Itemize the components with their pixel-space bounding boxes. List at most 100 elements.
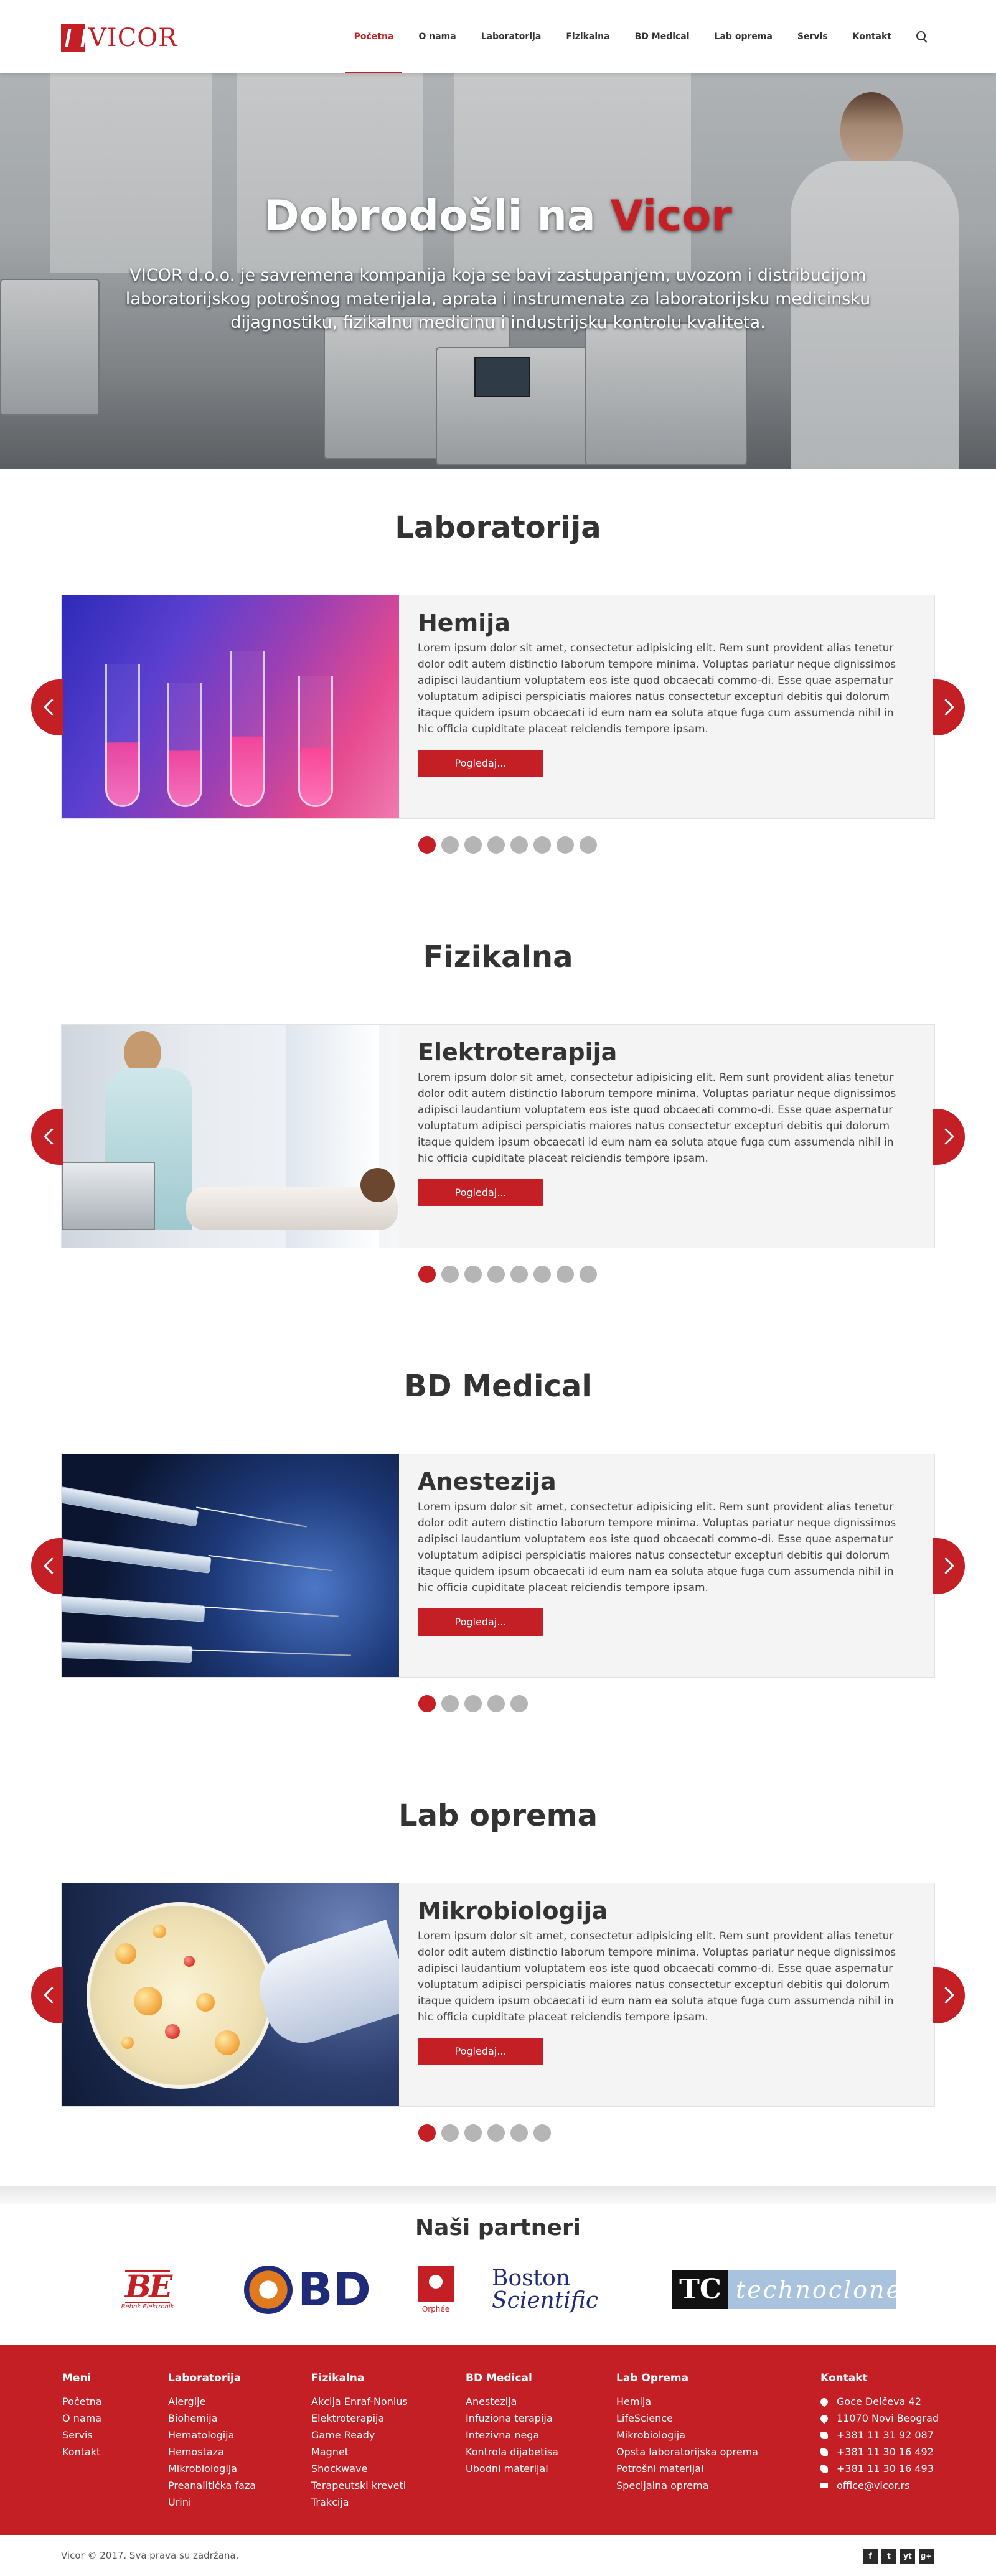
slider-dot[interactable]: [557, 836, 574, 854]
slider-prev-arrow-icon[interactable]: [31, 679, 63, 735]
logo[interactable]: VICOR: [61, 24, 177, 52]
slider-dot[interactable]: [510, 1695, 528, 1712]
orphee-logo-text: Orphée: [421, 2305, 450, 2313]
bd-sun-icon: [244, 2266, 293, 2314]
footer-link[interactable]: Elektroterapija: [311, 2410, 408, 2427]
footer-link[interactable]: Servis: [62, 2427, 102, 2443]
slider-dot[interactable]: [487, 836, 505, 854]
slider-dot[interactable]: [533, 1266, 551, 1283]
view-button[interactable]: Pogledaj...: [418, 2038, 543, 2065]
slider-dot[interactable]: [487, 1695, 505, 1712]
slider-dot[interactable]: [418, 2124, 436, 2142]
footer-col-title: Lab Oprema: [616, 2372, 689, 2384]
footer-link[interactable]: Trakcija: [311, 2494, 408, 2511]
slider-dot[interactable]: [510, 2124, 528, 2142]
slider-dot[interactable]: [464, 1695, 482, 1712]
footer-link[interactable]: Shockwave: [311, 2460, 408, 2477]
slider-dot[interactable]: [441, 1695, 459, 1712]
footer-link[interactable]: LifeScience: [616, 2410, 758, 2427]
slider-dot[interactable]: [418, 1266, 436, 1283]
facebook-icon[interactable]: f: [863, 2549, 878, 2564]
nav-item-pocetna[interactable]: Početna: [345, 0, 403, 73]
slider-dot[interactable]: [418, 836, 436, 854]
slider-dot[interactable]: [464, 836, 482, 854]
footer-link[interactable]: Potrošni materijal: [616, 2460, 758, 2477]
slider-dot[interactable]: [441, 1266, 459, 1283]
contact-address-line1: Goce Delčeva 42: [837, 2396, 921, 2407]
footer-link[interactable]: Mikrobiologija: [616, 2427, 758, 2443]
slider-prev-arrow-icon[interactable]: [31, 1109, 63, 1165]
slider-dots: [418, 1695, 533, 1712]
slider-dot[interactable]: [418, 1695, 436, 1712]
nav-item-lab-oprema[interactable]: Lab oprema: [715, 0, 773, 73]
partner-logo-behnk[interactable]: BE Behnk Elektronik: [95, 2265, 200, 2315]
slider-dot[interactable]: [510, 1266, 528, 1283]
slider-next-arrow-icon[interactable]: [933, 679, 965, 735]
nav-item-kontakt[interactable]: Kontakt: [853, 0, 891, 73]
footer-link[interactable]: Game Ready: [311, 2427, 408, 2443]
slider-dot[interactable]: [580, 1266, 597, 1283]
nav-item-fizikalna[interactable]: Fizikalna: [566, 0, 609, 73]
partner-logo-boston-scientific[interactable]: Boston Scientific: [492, 2265, 641, 2315]
footer-link[interactable]: Akcija Enraf-Nonius: [311, 2393, 408, 2410]
slider-dot[interactable]: [441, 836, 459, 854]
view-button[interactable]: Pogledaj...: [418, 1179, 543, 1206]
footer-link[interactable]: Infuziona terapija: [466, 2410, 558, 2427]
slider-dot[interactable]: [441, 2124, 459, 2142]
footer-col-bd-medical: BD Medical Anestezija Infuziona terapija…: [466, 2372, 558, 2477]
slider-prev-arrow-icon[interactable]: [31, 1538, 63, 1594]
slider-prev-arrow-icon[interactable]: [31, 1967, 63, 2023]
footer-link[interactable]: Hemija: [616, 2393, 758, 2410]
contact-phone[interactable]: +381 11 31 92 087: [820, 2427, 939, 2443]
search-icon[interactable]: [916, 31, 928, 42]
slider-dot[interactable]: [464, 1266, 482, 1283]
slider-dot[interactable]: [533, 836, 551, 854]
slider-dot[interactable]: [464, 2124, 482, 2142]
footer-link[interactable]: Početna: [62, 2393, 102, 2410]
slider-dot[interactable]: [487, 1266, 505, 1283]
nav-item-o-nama[interactable]: O nama: [418, 0, 456, 73]
footer-link[interactable]: O nama: [62, 2410, 102, 2427]
footer-link[interactable]: Magnet: [311, 2443, 408, 2460]
slider-next-arrow-icon[interactable]: [933, 1967, 965, 2023]
footer-link[interactable]: Mikrobiologija: [168, 2460, 256, 2477]
slider-dot[interactable]: [487, 2124, 505, 2142]
contact-phone[interactable]: +381 11 30 16 493: [820, 2460, 939, 2477]
youtube-icon[interactable]: yt: [900, 2549, 915, 2564]
partner-logo-orphee[interactable]: Orphée: [411, 2265, 461, 2315]
view-button[interactable]: Pogledaj...: [418, 750, 543, 777]
footer-link[interactable]: Hemostaza: [168, 2443, 256, 2460]
twitter-icon[interactable]: t: [881, 2549, 896, 2564]
slider-dot[interactable]: [580, 836, 597, 854]
footer-link[interactable]: Terapeutski kreveti: [311, 2477, 408, 2494]
nav-item-laboratorija[interactable]: Laboratorija: [481, 0, 542, 73]
footer-link[interactable]: Specijalna oprema: [616, 2477, 758, 2494]
contact-email[interactable]: office@vicor.rs: [820, 2477, 939, 2494]
slide-body: Anestezija Lorem ipsum dolor sit amet, c…: [418, 1454, 916, 1636]
slide-body: Hemija Lorem ipsum dolor sit amet, conse…: [418, 595, 916, 777]
nav-item-servis[interactable]: Servis: [797, 0, 828, 73]
bacteria-colony: [134, 1987, 162, 2015]
footer-link[interactable]: Hematologija: [168, 2427, 256, 2443]
nav-item-bd-medical[interactable]: BD Medical: [635, 0, 690, 73]
footer-link[interactable]: Intezivna nega: [466, 2427, 558, 2443]
slider-next-arrow-icon[interactable]: [933, 1109, 965, 1165]
footer-link[interactable]: Preanalitička faza: [168, 2477, 256, 2494]
footer-link[interactable]: Anestezija: [466, 2393, 558, 2410]
slider-dot[interactable]: [510, 836, 528, 854]
footer-link[interactable]: Biohemija: [168, 2410, 256, 2427]
footer-link[interactable]: Alergije: [168, 2393, 256, 2410]
footer-link[interactable]: Ubodni materijal: [466, 2460, 558, 2477]
partner-logo-technoclone[interactable]: TC technoclone: [672, 2265, 900, 2315]
view-button[interactable]: Pogledaj...: [418, 1608, 543, 1636]
contact-phone[interactable]: +381 11 30 16 492: [820, 2443, 939, 2460]
footer-link[interactable]: Kontakt: [62, 2443, 102, 2460]
google-plus-icon[interactable]: g+: [919, 2549, 934, 2564]
footer-link[interactable]: Opsta laboratorijska oprema: [616, 2443, 758, 2460]
slider-dot[interactable]: [533, 2124, 551, 2142]
footer-link[interactable]: Urini: [168, 2494, 256, 2511]
slider-next-arrow-icon[interactable]: [933, 1538, 965, 1594]
footer-link[interactable]: Kontrola dijabetisa: [466, 2443, 558, 2460]
slider-dot[interactable]: [557, 1266, 574, 1283]
partner-logo-bd[interactable]: BD: [239, 2263, 376, 2317]
